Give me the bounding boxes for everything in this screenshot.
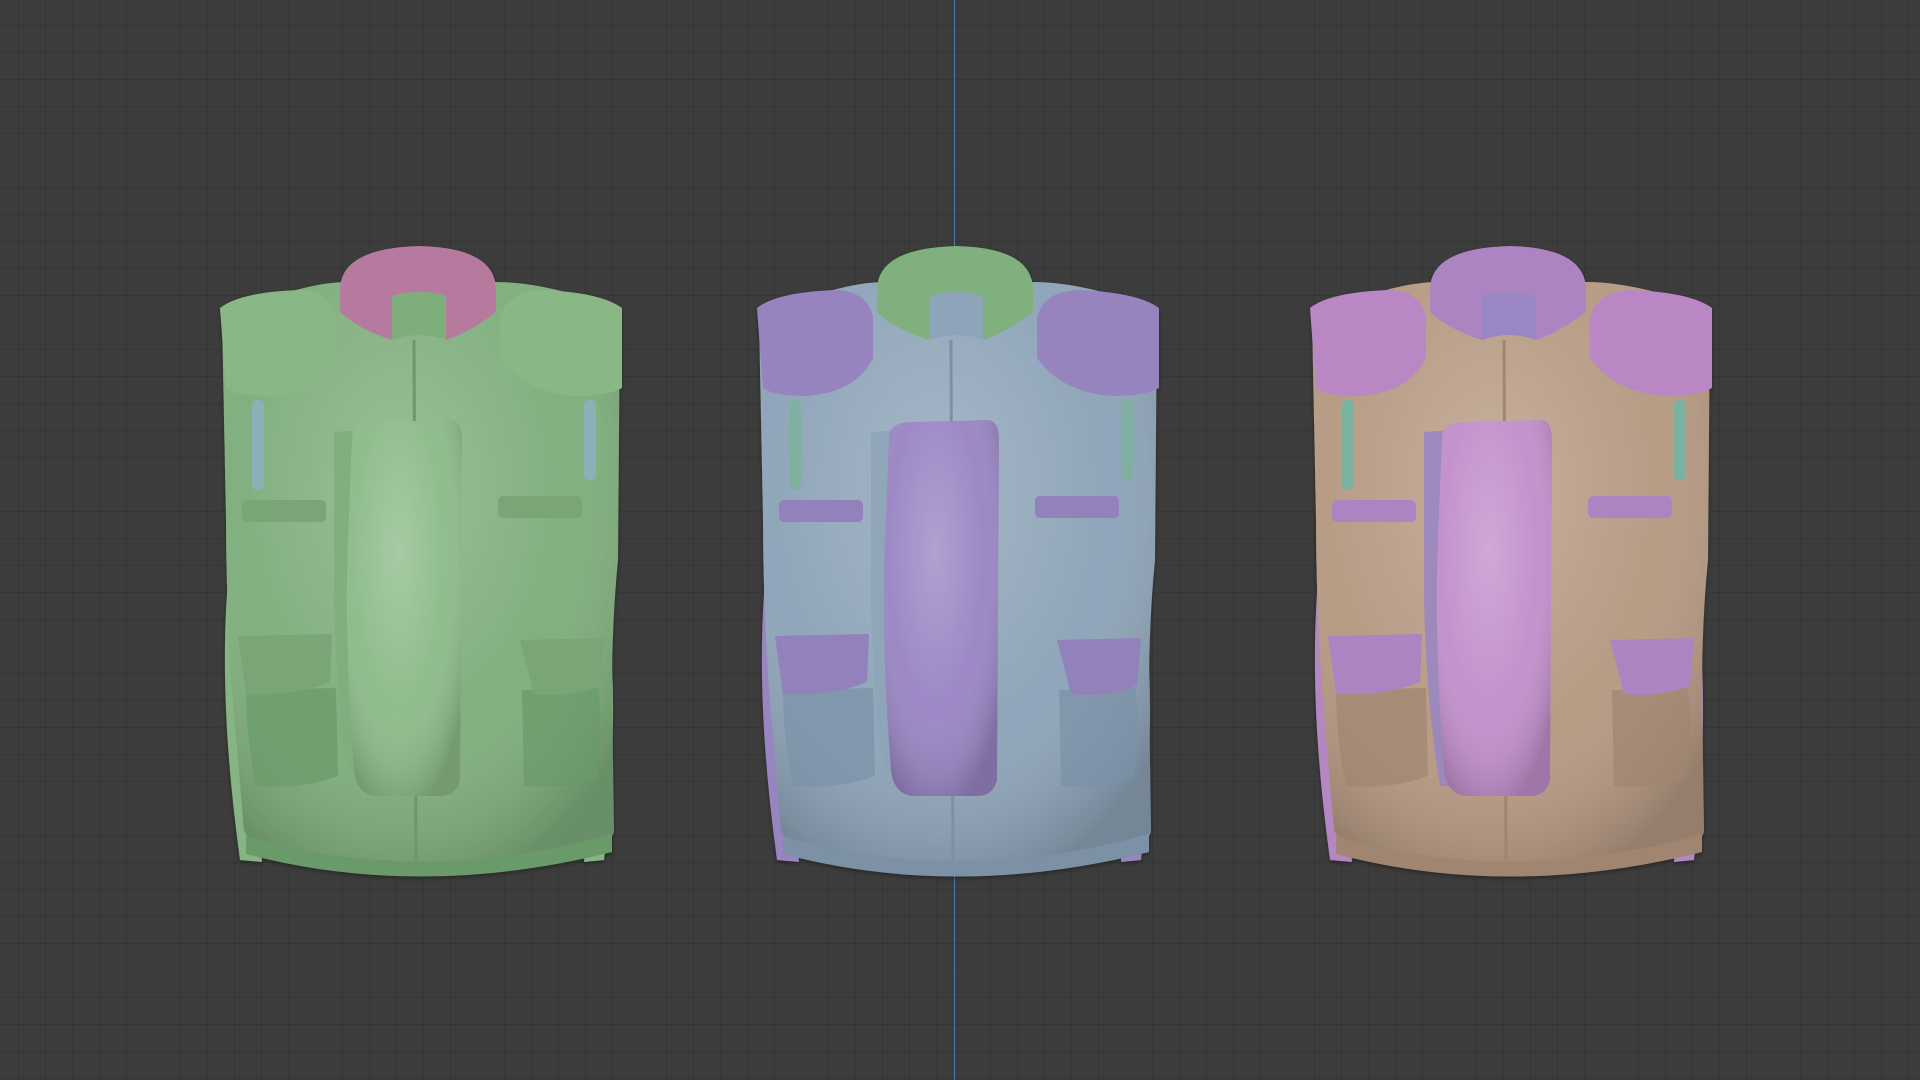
vest-lower-pocket-flap-right — [1610, 638, 1694, 695]
vest-lower-pocket-flap-left — [775, 634, 869, 695]
vest-lower-pocket-right — [522, 688, 601, 788]
vest-chest-zip-left — [252, 400, 264, 490]
vest-chest-pocket-left — [1332, 500, 1416, 522]
vest-chest-pocket-left — [779, 500, 863, 522]
vest-green[interactable] — [220, 246, 622, 877]
3d-viewport[interactable] — [0, 0, 1920, 1080]
vest-chest-zip-right — [1674, 400, 1686, 480]
vest-chest-zip-right — [584, 400, 596, 480]
vest-front-flap-shading — [883, 420, 999, 796]
vest-lower-pocket-flap-right — [1057, 638, 1141, 695]
scene-canvas[interactable] — [0, 0, 1920, 1080]
vest-lower-pocket-flap-left — [1328, 634, 1422, 695]
vest-lower-pocket-right — [1059, 688, 1138, 788]
vest-chest-zip-left — [789, 400, 801, 490]
vest-blue[interactable] — [757, 246, 1159, 877]
vest-chest-pocket-left — [242, 500, 326, 522]
vest-chest-pocket-right — [1035, 496, 1119, 518]
vest-collar-inner — [929, 292, 983, 340]
vest-front-flap-shading — [1436, 420, 1552, 796]
vest-lower-pocket-right — [1612, 688, 1691, 788]
vest-lower-pocket-left — [1336, 688, 1428, 787]
vest-front-flap-shading — [346, 420, 462, 796]
vest-lower-pocket-left — [246, 688, 338, 787]
vest-collar-inner — [392, 292, 446, 340]
vest-tan[interactable] — [1310, 246, 1712, 877]
vest-lower-pocket-flap-right — [520, 638, 604, 695]
vest-chest-zip-left — [1342, 400, 1354, 490]
vest-chest-pocket-right — [1588, 496, 1672, 518]
vest-chest-zip-right — [1121, 400, 1133, 480]
vest-lower-pocket-flap-left — [238, 634, 332, 695]
vest-lower-pocket-left — [783, 688, 875, 787]
vest-collar-inner — [1482, 292, 1536, 340]
vest-chest-pocket-right — [498, 496, 582, 518]
